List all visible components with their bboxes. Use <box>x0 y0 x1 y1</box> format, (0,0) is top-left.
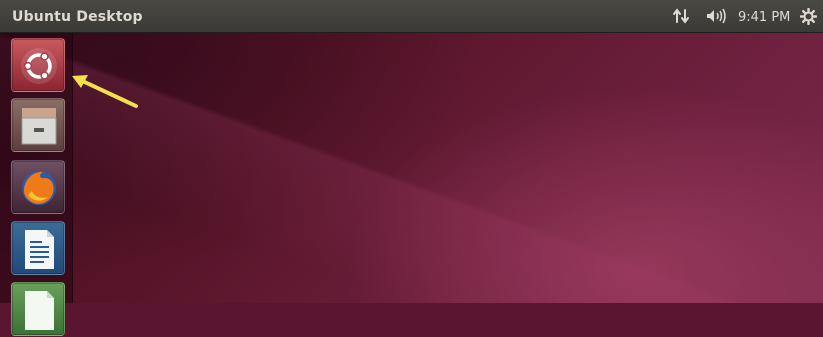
file-cabinet-icon <box>21 108 57 145</box>
firefox-button[interactable] <box>11 160 65 214</box>
document-icon <box>25 230 54 269</box>
libreoffice-calc-button[interactable] <box>11 282 65 336</box>
libreoffice-writer-button[interactable] <box>11 221 65 275</box>
spreadsheet-icon <box>25 291 54 330</box>
ubuntu-logo-icon <box>21 48 57 84</box>
files-button[interactable] <box>11 98 65 152</box>
dash-home-button[interactable] <box>11 38 65 92</box>
volume-icon[interactable] <box>706 8 726 24</box>
window-title: Ubuntu Desktop <box>12 9 143 25</box>
firefox-icon <box>22 171 56 205</box>
clock[interactable]: 9:41 PM <box>738 10 790 25</box>
gear-icon[interactable] <box>799 7 818 26</box>
desktop-wallpaper <box>0 0 823 303</box>
launcher <box>0 33 73 336</box>
top-panel: Ubuntu Desktop 9:41 PM <box>0 0 823 33</box>
yellow-arrow-icon <box>72 75 138 108</box>
network-icon[interactable] <box>672 8 692 24</box>
